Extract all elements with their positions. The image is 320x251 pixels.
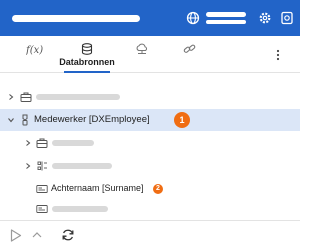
chevron-right-icon[interactable] bbox=[24, 162, 32, 170]
step-badge: 1 bbox=[174, 112, 190, 128]
entity-icon bbox=[22, 114, 28, 126]
tree-item[interactable]: Achternaam [Surname] 2 bbox=[0, 178, 300, 200]
link-icon bbox=[183, 44, 196, 53]
tree-item-label: Medewerker [DXEmployee] bbox=[34, 114, 150, 125]
text-field-icon bbox=[36, 205, 48, 213]
more-options-icon[interactable] bbox=[274, 48, 282, 62]
tab-links[interactable] bbox=[168, 36, 212, 72]
globe-icon[interactable] bbox=[186, 11, 200, 25]
tab-functions[interactable]: ƒ(x) bbox=[14, 36, 58, 72]
briefcase-icon bbox=[20, 92, 32, 102]
tree-item[interactable] bbox=[0, 198, 300, 220]
play-icon[interactable] bbox=[10, 229, 22, 242]
cloud-network-icon bbox=[136, 43, 148, 54]
text-field-icon bbox=[36, 185, 48, 193]
chevron-right-icon[interactable] bbox=[24, 139, 32, 147]
attribute-list-icon bbox=[37, 161, 47, 171]
exit-icon[interactable] bbox=[280, 11, 294, 25]
tree-item-selected[interactable]: Medewerker [DXEmployee] 1 bbox=[0, 109, 300, 131]
briefcase-icon bbox=[36, 138, 48, 148]
label-placeholder bbox=[52, 140, 94, 146]
svg-text:ƒ(x): ƒ(x) bbox=[26, 45, 43, 55]
tree-item[interactable] bbox=[0, 132, 300, 154]
chevron-up-icon[interactable] bbox=[32, 231, 42, 239]
footer-toolbar bbox=[0, 220, 300, 251]
tab-databronnen[interactable]: Databronnen bbox=[58, 36, 116, 73]
user-info-placeholder[interactable] bbox=[206, 11, 246, 25]
tree-item[interactable] bbox=[0, 86, 300, 108]
chevron-right-icon[interactable] bbox=[7, 93, 15, 101]
tree-item-label: Achternaam [Surname] bbox=[51, 183, 144, 193]
app-header bbox=[0, 0, 300, 36]
tab-bar: ƒ(x) Databronnen bbox=[0, 36, 300, 73]
app-title-placeholder bbox=[12, 15, 140, 22]
active-tab-indicator bbox=[64, 71, 110, 73]
label-placeholder bbox=[52, 206, 108, 212]
label-placeholder bbox=[36, 94, 120, 100]
function-icon: ƒ(x) bbox=[26, 45, 43, 55]
database-icon bbox=[81, 43, 93, 55]
tab-databronnen-label: Databronnen bbox=[59, 57, 115, 67]
tab-cloud[interactable] bbox=[120, 36, 164, 72]
step-badge: 2 bbox=[153, 184, 163, 194]
gear-icon[interactable] bbox=[258, 11, 272, 25]
refresh-icon[interactable] bbox=[61, 228, 75, 242]
tree-item[interactable] bbox=[0, 155, 300, 177]
label-placeholder bbox=[52, 163, 112, 169]
chevron-down-icon[interactable] bbox=[7, 116, 15, 124]
